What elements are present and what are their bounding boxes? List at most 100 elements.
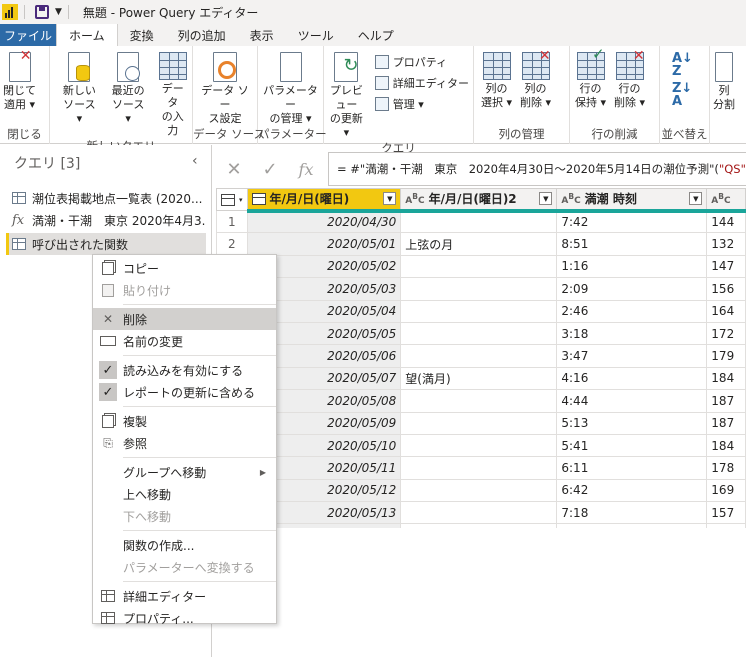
quick-access-dropdown-icon[interactable]: ▼	[55, 7, 62, 17]
query-item-invoked-function[interactable]: 呼び出された関数	[6, 233, 206, 255]
query-item-tide-function[interactable]: fx 満潮・干潮 東京 2020年4月3...	[6, 209, 206, 231]
close-apply-button[interactable]: 閉じて 適用 ▾	[0, 49, 39, 112]
menu-item[interactable]: ⎘ 参照	[93, 432, 276, 454]
cell-date-2[interactable]	[400, 433, 558, 458]
column-header-date-2[interactable]: ABC 年/月/日(曜日)2 ▼	[400, 188, 558, 213]
formula-input[interactable]: = #"満潮・干潮 東京 2020年4月30日～2020年5月14日の潮位予測"…	[328, 152, 746, 186]
save-icon[interactable]	[35, 5, 49, 19]
cancel-formula-button[interactable]: ✕	[216, 159, 252, 180]
cell-date-2[interactable]: 望(満月)	[400, 366, 558, 391]
cell-date-2[interactable]	[400, 344, 558, 368]
menu-item[interactable]: 複製	[93, 410, 276, 432]
tab-file[interactable]: ファイル	[0, 24, 56, 46]
split-column-button[interactable]: 列 分割	[710, 52, 738, 112]
cell-high-tide-time[interactable]: 7:42	[556, 209, 708, 234]
cell-date-2[interactable]	[400, 254, 558, 279]
cell-date-2[interactable]	[400, 299, 558, 323]
cell-high-tide-time[interactable]: 3:18	[556, 321, 708, 346]
cell-high-tide-level[interactable]: 184	[706, 366, 746, 391]
cell-date-2[interactable]	[400, 209, 558, 234]
cell-high-tide-time[interactable]: 8:51	[556, 232, 708, 256]
sort-descending-icon[interactable]: Z↓ A	[668, 82, 692, 108]
cell-high-tide-time[interactable]: 4:16	[556, 366, 708, 391]
menu-item[interactable]: グループへ移動 ▶	[93, 461, 276, 483]
cell-date-2[interactable]	[400, 277, 558, 301]
cell-high-tide-time[interactable]: 5:13	[556, 411, 708, 435]
recent-sources-button[interactable]: 最近の ソース ▾	[105, 52, 152, 126]
menu-item[interactable]: プロパティ...	[93, 607, 276, 629]
cell-date-2[interactable]: 上弦の月	[400, 232, 558, 256]
cell-high-tide-time[interactable]: 5:41	[556, 433, 708, 458]
cell-date-2[interactable]	[400, 389, 558, 413]
cell-high-tide-level[interactable]: 179	[706, 344, 746, 368]
cell-high-tide-level[interactable]: 143	[706, 523, 746, 528]
properties-button[interactable]: プロパティ	[371, 52, 473, 72]
cell-high-tide-level[interactable]: 132	[706, 232, 746, 256]
menu-item[interactable]: ✓ レポートの更新に含める	[93, 381, 276, 403]
cell-high-tide-level[interactable]: 156	[706, 277, 746, 301]
column-header-date[interactable]: 年/月/日(曜日) ▼	[246, 188, 402, 213]
cell-high-tide-level[interactable]: 164	[706, 299, 746, 323]
confirm-formula-button[interactable]: ✓	[252, 159, 288, 180]
cell-date-2[interactable]	[400, 411, 558, 435]
remove-rows-button[interactable]: 行の 削除 ▾	[611, 49, 648, 110]
cell-high-tide-level[interactable]: 187	[706, 389, 746, 413]
cell-date[interactable]: 2020/04/30	[246, 209, 402, 234]
cell-high-tide-time[interactable]: 1:16	[556, 254, 708, 279]
cell-high-tide-time[interactable]: 8:04	[556, 523, 708, 528]
cell-high-tide-level[interactable]: 169	[706, 478, 746, 503]
query-item-station-list[interactable]: 潮位表掲載地点一覧表 (2020...	[6, 187, 206, 209]
menu-item[interactable]: 詳細エディター	[93, 585, 276, 607]
cell-high-tide-level[interactable]: 187	[706, 411, 746, 435]
new-source-button[interactable]: 新しい ソース ▾	[56, 52, 103, 126]
menu-item[interactable]: 上へ移動	[93, 483, 276, 505]
table-menu-button[interactable]: ▾	[216, 188, 248, 211]
filter-dropdown-icon[interactable]: ▼	[539, 192, 553, 206]
cell-high-tide-time[interactable]: 6:11	[556, 456, 708, 480]
cell-high-tide-time[interactable]: 6:42	[556, 478, 708, 503]
tab-tools[interactable]: ツール	[286, 24, 346, 46]
cell-high-tide-level[interactable]: 178	[706, 456, 746, 480]
menu-item[interactable]: ✓ 読み込みを有効にする	[93, 359, 276, 381]
filter-dropdown-icon[interactable]: ▼	[383, 192, 397, 206]
sort-ascending-icon[interactable]: A↓ Z	[668, 52, 693, 78]
menu-item[interactable]: 関数の作成...	[93, 534, 276, 556]
choose-columns-button[interactable]: 列の 選択 ▾	[478, 52, 515, 110]
cell-high-tide-level[interactable]: 147	[706, 254, 746, 279]
refresh-preview-button[interactable]: プレビュー の更新 ▾	[324, 52, 369, 140]
tab-home[interactable]: ホーム	[56, 24, 118, 46]
cell-date-2[interactable]	[400, 501, 558, 525]
cell-date-2[interactable]	[400, 478, 558, 503]
menu-item[interactable]: コピー	[93, 257, 276, 279]
collapse-pane-icon[interactable]: ‹	[192, 153, 198, 169]
cell-date-2[interactable]: 下弦の月	[400, 523, 558, 528]
cell-high-tide-time[interactable]: 4:44	[556, 389, 708, 413]
tab-view[interactable]: 表示	[238, 24, 286, 46]
manage-button[interactable]: 管理 ▾	[371, 94, 473, 114]
cell-date-2[interactable]	[400, 321, 558, 346]
cell-high-tide-time[interactable]: 3:47	[556, 344, 708, 368]
cell-high-tide-level[interactable]: 184	[706, 433, 746, 458]
menu-item[interactable]: 名前の変更	[93, 330, 276, 352]
cell-high-tide-level[interactable]: 144	[706, 209, 746, 234]
keep-rows-button[interactable]: 行の 保持 ▾	[572, 47, 609, 110]
manage-parameters-button[interactable]: パラメーター の管理 ▾	[258, 52, 323, 126]
insert-function-button[interactable]: fx	[288, 160, 324, 179]
data-source-settings-button[interactable]: データ ソー ス設定	[193, 52, 257, 126]
cell-date[interactable]: 2020/05/01	[246, 232, 402, 256]
tab-help[interactable]: ヘルプ	[346, 24, 406, 46]
enter-data-button[interactable]: データ の入力	[154, 52, 192, 138]
advanced-editor-button[interactable]: 詳細エディター	[371, 73, 473, 93]
tab-transform[interactable]: 変換	[118, 24, 166, 46]
cell-high-tide-time[interactable]: 2:46	[556, 299, 708, 323]
tab-add-column[interactable]: 列の追加	[166, 24, 238, 46]
column-header-high-tide-level[interactable]: ABC	[706, 188, 746, 213]
cell-high-tide-level[interactable]: 157	[706, 501, 746, 525]
cell-high-tide-time[interactable]: 2:09	[556, 277, 708, 301]
cell-date-2[interactable]	[400, 456, 558, 480]
cell-high-tide-level[interactable]: 172	[706, 321, 746, 346]
menu-item[interactable]: ✕ 削除	[93, 308, 276, 330]
column-header-high-tide-time[interactable]: ABC 満潮 時刻 ▼	[556, 188, 708, 213]
filter-dropdown-icon[interactable]: ▼	[689, 192, 703, 206]
remove-columns-button[interactable]: 列の 削除 ▾	[517, 49, 554, 110]
